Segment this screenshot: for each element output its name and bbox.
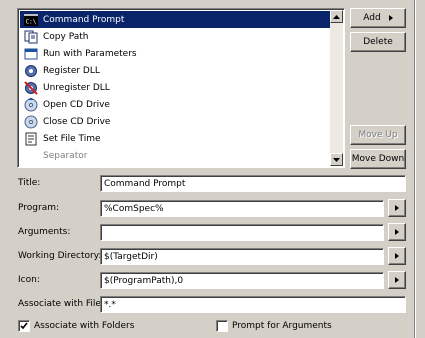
list-scrollbar[interactable] [330, 10, 343, 166]
add-button[interactable]: Add [350, 8, 406, 28]
icon-input[interactable]: $(ProgramPath),0 [100, 272, 384, 289]
list-item-label: Open CD Drive [43, 99, 110, 110]
associate-folders-label: Associate with Folders [34, 321, 135, 331]
arrow-up-icon [333, 14, 340, 19]
list-item-label: Close CD Drive [43, 116, 111, 127]
program-browse-button[interactable] [388, 199, 406, 217]
blank-icon [24, 149, 38, 163]
move-up-button-label: Move Up [358, 130, 398, 140]
cd-open-icon [24, 97, 38, 112]
move-up-button[interactable]: Move Up [350, 125, 406, 145]
cd-close-icon [24, 115, 38, 129]
list-item[interactable]: Separator [20, 147, 330, 164]
document-icon [24, 132, 38, 146]
command-prompt-icon: C:\ [24, 13, 38, 27]
gear-remove-icon [24, 80, 38, 95]
chevron-right-icon [388, 15, 393, 21]
copy-path-icon [24, 30, 38, 44]
gear-icon [24, 64, 38, 78]
chevron-right-icon [395, 277, 399, 283]
title-label: Title: [18, 178, 41, 188]
list-item-label: Run with Parameters [43, 48, 137, 59]
delete-button[interactable]: Delete [350, 32, 406, 52]
icon-browse-button[interactable] [388, 271, 406, 289]
list-item-label: Register DLL [43, 65, 100, 76]
move-down-button-label: Move Down [351, 154, 405, 164]
arguments-label: Arguments: [18, 227, 71, 237]
list-item[interactable]: Copy Path [20, 28, 330, 45]
run-window-icon [24, 47, 38, 61]
list-item-label: Command Prompt [43, 14, 125, 25]
working-directory-label: Working Directory: [18, 251, 102, 261]
chevron-right-icon [395, 205, 399, 211]
scroll-up-button[interactable] [330, 10, 343, 23]
list-item[interactable]: Register DLL [20, 62, 330, 79]
title-input[interactable]: Command Prompt [100, 175, 406, 192]
working-directory-input[interactable]: $(TargetDir) [100, 248, 384, 265]
icon-label: Icon: [18, 275, 40, 285]
tools-listbox[interactable]: C:\ Command Prompt Copy Path Run with Param… [17, 8, 345, 168]
list-item[interactable]: C:\ Command Prompt [20, 11, 330, 28]
right-edge-highlight [415, 0, 416, 338]
prompt-arguments-label: Prompt for Arguments [232, 321, 332, 331]
list-item-label: Copy Path [43, 31, 89, 42]
associate-files-input[interactable]: *.* [100, 296, 406, 313]
associate-files-label: Associate with Files: [18, 299, 109, 309]
list-item-label: Separator [43, 150, 88, 161]
delete-button-label: Delete [363, 37, 393, 47]
prompt-arguments-checkbox[interactable] [216, 320, 228, 332]
chevron-right-icon [395, 229, 399, 235]
list-item[interactable]: Set File Time [20, 130, 330, 147]
add-button-label: Add [363, 13, 381, 23]
arrow-down-icon [333, 157, 340, 162]
list-item-label: Set File Time [43, 133, 101, 144]
scroll-down-button[interactable] [330, 153, 343, 166]
working-directory-browse-button[interactable] [388, 247, 406, 265]
program-input[interactable]: %ComSpec% [100, 200, 384, 217]
svg-text:C:\: C:\ [26, 18, 37, 25]
list-item[interactable]: Run with Parameters [20, 45, 330, 62]
arguments-input[interactable] [100, 224, 384, 241]
associate-folders-checkbox[interactable] [18, 320, 30, 332]
checkmark-icon [20, 322, 28, 330]
arguments-browse-button[interactable] [388, 223, 406, 241]
list-item[interactable]: Unregister DLL [20, 79, 330, 96]
list-item-label: Unregister DLL [43, 82, 110, 93]
program-label: Program: [18, 203, 60, 213]
chevron-right-icon [395, 253, 399, 259]
list-item[interactable]: Open CD Drive [20, 96, 330, 113]
list-item[interactable]: Close CD Drive [20, 113, 330, 130]
move-down-button[interactable]: Move Down [350, 149, 406, 169]
